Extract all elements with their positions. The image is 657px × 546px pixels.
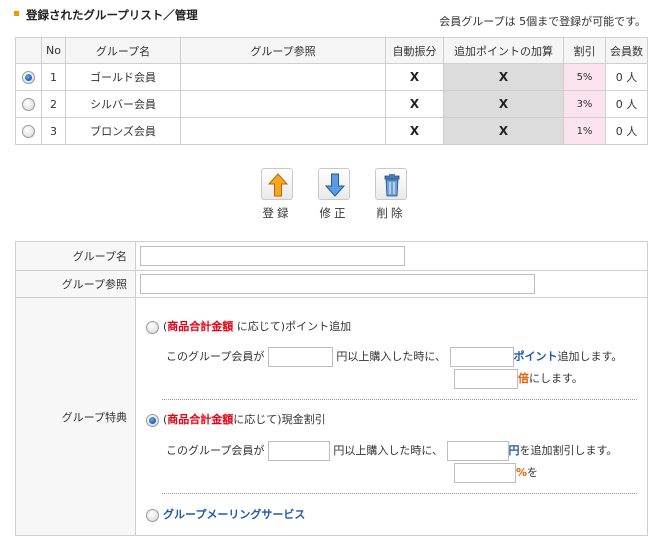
column-header-discount: 割引 [563, 37, 606, 64]
page-title: 登録されたグループリスト／管理 [26, 8, 198, 22]
mailing-option-radio[interactable] [146, 508, 159, 522]
row-group-name: シルバー会員 [65, 90, 181, 118]
bullet-icon [14, 11, 19, 16]
table-row[interactable]: 1 ゴールド会員 X X 5% 0 人 [15, 63, 648, 91]
row-member-count: 0 人 [605, 90, 648, 118]
row-discount: 3% [563, 90, 606, 118]
row-select-cell [15, 117, 42, 145]
table-header-row: No グループ名 グループ参照 自動振分 追加ポイントの加算 割引 会員数 [15, 37, 648, 64]
row-select-radio[interactable] [22, 97, 35, 111]
group-ref-label: グループ参照 [15, 270, 136, 298]
cash-min-amount-input[interactable] [267, 441, 330, 461]
register-label: 登録 [262, 206, 292, 220]
cash-discount-option[interactable]: (商品合計金額に応じて)現金割引 [146, 411, 326, 427]
row-select-radio[interactable] [22, 124, 35, 138]
row-select-radio[interactable] [22, 70, 35, 84]
row-group-ref [180, 90, 386, 118]
divider [162, 493, 637, 494]
row-group-ref [180, 63, 386, 91]
points-min-amount-input[interactable] [267, 347, 333, 367]
row-no: 1 [41, 63, 66, 91]
action-buttons: 登録 修正 削除 [256, 168, 416, 220]
section-header: 登録されたグループリスト／管理 会員グループは 5個まで登録が可能です。 [14, 7, 646, 28]
select-column-header [15, 37, 42, 64]
row-select-cell [15, 90, 42, 118]
cash-percent-input[interactable] [454, 463, 516, 483]
points-basis: 商品合計金額 [167, 320, 234, 333]
row-member-count: 0 人 [605, 117, 648, 145]
cash-line-1: このグループ会員が 円以上購入した時に、 円を追加割引します。 [166, 441, 617, 461]
benefit-options: (商品合計金額 に応じて)ポイント追加 このグループ会員が 円以上購入した時に、… [136, 298, 647, 535]
group-ref-input[interactable] [140, 274, 535, 294]
up-arrow-icon [261, 168, 293, 200]
points-line-1: このグループ会員が 円以上購入した時に、 ポイント追加します。 [166, 347, 622, 367]
table-row[interactable]: 3 ブロンズ会員 X X 1% 0 人 [15, 117, 648, 145]
mailing-option-label: グループメーリングサービス [163, 508, 306, 521]
row-add-points: X [443, 90, 564, 118]
group-list-table: No グループ名 グループ参照 自動振分 追加ポイントの加算 割引 会員数 1 … [15, 37, 648, 145]
row-discount: 5% [563, 63, 606, 91]
group-name-label: グループ名 [15, 241, 136, 271]
cash-amount-input[interactable] [446, 441, 509, 461]
row-add-points: X [443, 117, 564, 145]
row-no: 3 [41, 117, 66, 145]
points-option[interactable]: (商品合計金額 に応じて)ポイント追加 [146, 318, 351, 334]
row-discount: 1% [563, 117, 606, 145]
limit-note: 会員グループは 5個まで登録が可能です。 [439, 15, 646, 28]
group-name-input[interactable] [140, 246, 405, 266]
edit-label: 修正 [319, 206, 349, 220]
column-header-member-count: 会員数 [605, 37, 648, 64]
cash-line-2: %を [454, 463, 538, 483]
mailing-option[interactable]: グループメーリングサービス [146, 506, 305, 522]
row-group-name: ゴールド会員 [65, 63, 181, 91]
row-no: 2 [41, 90, 66, 118]
cash-basis: 商品合計金額 [167, 413, 234, 426]
column-header-group-name: グループ名 [65, 37, 181, 64]
table-row[interactable]: 2 シルバー会員 X X 3% 0 人 [15, 90, 648, 118]
points-line-2: 倍にします。 [454, 369, 583, 389]
column-header-group-ref: グループ参照 [180, 37, 386, 64]
register-button[interactable]: 登録 [256, 168, 298, 221]
points-multiplier-input[interactable] [454, 369, 518, 389]
row-add-points: X [443, 63, 564, 91]
row-auto-assign: X [385, 63, 444, 91]
row-auto-assign: X [385, 117, 444, 145]
column-header-add-points: 追加ポイントの加算 [443, 37, 564, 64]
row-member-count: 0 人 [605, 63, 648, 91]
points-amount-input[interactable] [449, 347, 514, 367]
trash-icon [375, 168, 407, 200]
column-header-no: No [41, 37, 66, 64]
row-group-name: ブロンズ会員 [65, 117, 181, 145]
delete-label: 削除 [376, 206, 406, 220]
group-edit-form: グループ名 グループ参照 グループ特典 (商品合計金額 に応じて)ポイント追加 … [15, 241, 648, 536]
points-option-radio[interactable] [146, 320, 159, 334]
column-header-auto-assign: 自動振分 [385, 37, 444, 64]
down-arrow-icon [318, 168, 350, 200]
row-auto-assign: X [385, 90, 444, 118]
group-benefit-label: グループ特典 [15, 297, 136, 536]
row-group-ref [180, 117, 386, 145]
divider [162, 399, 637, 400]
row-select-cell [15, 63, 42, 91]
cash-discount-option-radio[interactable] [146, 413, 159, 427]
delete-button[interactable]: 削除 [370, 168, 412, 221]
edit-button[interactable]: 修正 [313, 168, 355, 221]
